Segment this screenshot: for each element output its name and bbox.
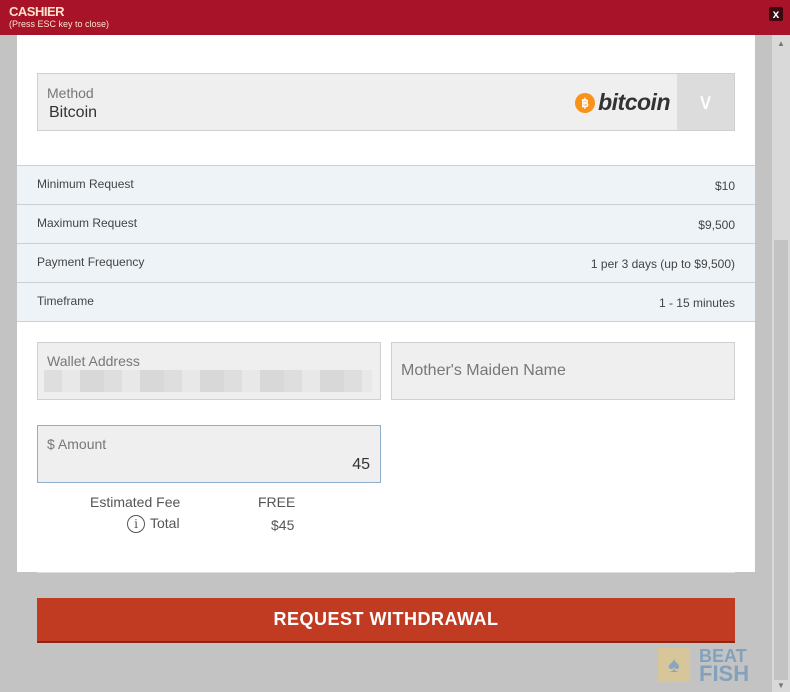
amount-label: $ Amount xyxy=(47,436,107,452)
method-select[interactable]: Method Bitcoin ฿ bitcoin ∨ xyxy=(37,73,735,131)
fee-value: FREE xyxy=(258,494,296,510)
scrollbar[interactable]: ▲ ▼ xyxy=(772,35,790,692)
wallet-address-field[interactable]: Wallet Address xyxy=(37,342,381,400)
watermark-line2: FISH xyxy=(699,661,750,686)
row-value: 1 - 15 minutes xyxy=(658,296,735,310)
row-label: Payment Frequency xyxy=(37,255,145,269)
scrollbar-thumb[interactable] xyxy=(774,240,788,680)
maiden-placeholder: Mother's Maiden Name xyxy=(401,362,566,379)
scroll-down-icon[interactable]: ▼ xyxy=(772,681,790,690)
wallet-value-redacted xyxy=(44,370,372,392)
total-value: $45 xyxy=(271,517,295,533)
table-row: Payment Frequency 1 per 3 days (up to $9,… xyxy=(17,244,755,283)
wallet-label: Wallet Address xyxy=(47,353,140,369)
cashier-header: CASHIER (Press ESC key to close) x xyxy=(0,0,790,35)
header-title: CASHIER xyxy=(9,4,65,19)
maiden-name-field[interactable]: Mother's Maiden Name xyxy=(391,342,735,400)
method-value: Bitcoin xyxy=(49,104,98,121)
cashier-panel: Method Bitcoin ฿ bitcoin ∨ Minimum Reque… xyxy=(17,35,755,572)
row-value: $10 xyxy=(714,179,735,193)
row-value: 1 per 3 days (up to $9,500) xyxy=(590,257,735,271)
amount-field[interactable]: $ Amount 45 xyxy=(37,425,381,483)
table-row: Maximum Request $9,500 xyxy=(17,205,755,244)
bitcoin-wordmark: bitcoin xyxy=(598,89,670,115)
spade-icon: ♠ xyxy=(658,648,690,682)
method-label: Method xyxy=(47,85,94,101)
beatthefish-watermark: ♠ BEAT FISH xyxy=(658,647,750,686)
close-button[interactable]: x xyxy=(769,7,783,21)
row-label: Timeframe xyxy=(37,294,94,308)
bitcoin-icon: ฿ xyxy=(575,92,596,113)
amount-value: 45 xyxy=(352,456,370,473)
limits-table: Minimum Request $10 Maximum Request $9,500… xyxy=(17,165,755,322)
scroll-up-icon[interactable]: ▲ xyxy=(772,39,790,48)
table-row: Timeframe 1 - 15 minutes xyxy=(17,283,755,322)
info-icon[interactable]: i xyxy=(127,515,145,534)
request-withdrawal-button[interactable]: REQUEST WITHDRAWAL xyxy=(37,598,735,643)
row-label: Maximum Request xyxy=(37,216,138,230)
divider xyxy=(37,572,735,573)
chevron-down-icon[interactable]: ∨ xyxy=(677,74,734,130)
fee-label: Estimated Fee xyxy=(90,494,181,510)
bitcoin-logo: ฿ bitcoin xyxy=(575,89,670,116)
header-subtitle: (Press ESC key to close) xyxy=(9,19,110,29)
total-label: Total xyxy=(150,515,180,531)
row-value: $9,500 xyxy=(698,218,735,232)
row-label: Minimum Request xyxy=(37,177,134,191)
total-label-wrap: i Total xyxy=(127,515,180,534)
table-row: Minimum Request $10 xyxy=(17,166,755,205)
